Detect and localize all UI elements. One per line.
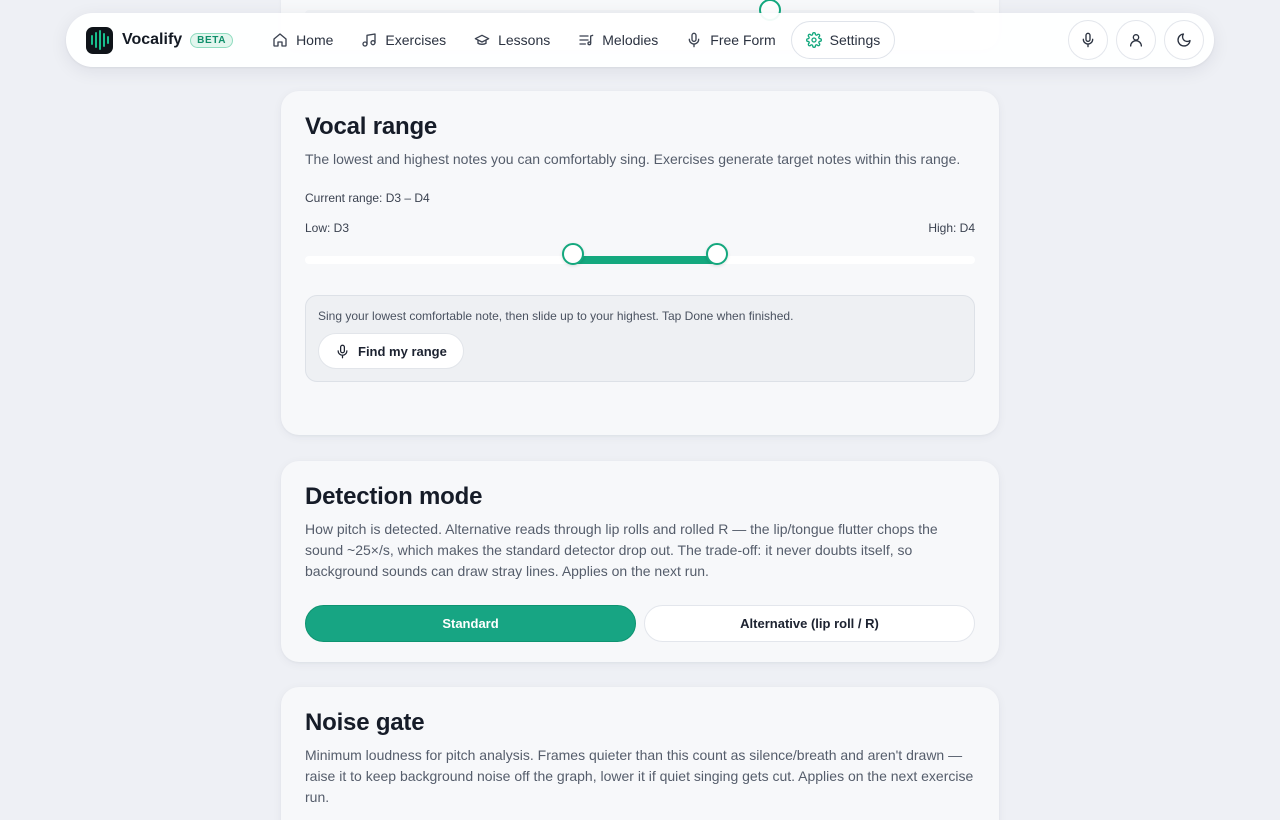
nav-settings-label: Settings [829,32,881,48]
detection-mode-toggle: Standard Alternative (lip roll / R) [305,605,975,642]
gear-icon [805,32,822,48]
app-name: Vocalify [122,31,183,48]
microphone-icon [337,344,348,358]
range-labels: Low: D3 High: D4 [305,221,975,235]
nav-melodies-label: Melodies [602,32,659,48]
nav-home-label: Home [296,32,334,48]
nav-exercises-label: Exercises [385,32,447,48]
nav-exercises[interactable]: Exercises [348,21,459,59]
find-range-hint: Sing your lowest comfortable note, then … [318,309,794,323]
vocal-range-description: The lowest and highest notes you can com… [305,151,961,167]
low-note-handle[interactable] [562,243,584,265]
nav-melodies[interactable]: Melodies [565,21,671,59]
find-my-range-button[interactable]: Find my range [318,333,464,369]
top-navigation-bar: Vocalify BETA Home Exercises Lessons Mel… [66,13,1214,67]
nav-settings[interactable]: Settings [790,21,896,59]
noise-gate-title: Noise gate [305,709,425,736]
user-icon [1130,34,1142,47]
nav-home[interactable]: Home [259,21,346,59]
theme-toggle-button[interactable] [1164,20,1204,60]
vocal-range-card: Vocal range The lowest and highest notes… [281,91,999,435]
playlist-icon [579,34,594,46]
music-note-icon [362,33,377,47]
microphone-icon [1082,32,1094,48]
alternative-mode-button[interactable]: Alternative (lip roll / R) [644,605,975,642]
high-note-handle[interactable] [706,243,729,265]
vocal-range-slider[interactable] [305,243,975,267]
find-range-panel: Sing your lowest comfortable note, then … [305,295,975,382]
logo-icon [86,26,113,54]
detection-mode-description: How pitch is detected. Alternative reads… [305,521,938,579]
low-note-label: Low: D3 [305,221,350,235]
noise-gate-card: Noise gate Minimum loudness for pitch an… [281,687,999,820]
nav-lessons-label: Lessons [498,32,551,48]
vocal-range-title: Vocal range [305,113,438,140]
microphone-icon [688,32,700,48]
detection-mode-card: Detection mode How pitch is detected. Al… [281,461,999,662]
beta-badge: BETA [190,32,234,48]
nav-free-form[interactable]: Free Form [673,21,788,59]
detection-mode-title: Detection mode [305,483,483,510]
noise-gate-description: Minimum loudness for pitch analysis. Fra… [305,747,974,805]
find-my-range-label: Find my range [358,343,447,359]
nav-lessons[interactable]: Lessons [461,21,563,59]
current-range: Current range: D3 – D4 [305,191,430,205]
microphone-button[interactable] [1068,20,1108,60]
high-note-label: High: D4 [928,221,975,235]
main-nav: Home Exercises Lessons Melodies Free For… [259,21,897,59]
moon-icon [1177,33,1191,47]
home-icon [273,33,287,47]
graduation-cap-icon [474,34,490,45]
header-actions [1068,20,1204,60]
slider-selected-range [573,256,718,264]
nav-free-form-label: Free Form [710,32,776,48]
standard-mode-button[interactable]: Standard [305,605,636,642]
profile-button[interactable] [1116,20,1156,60]
